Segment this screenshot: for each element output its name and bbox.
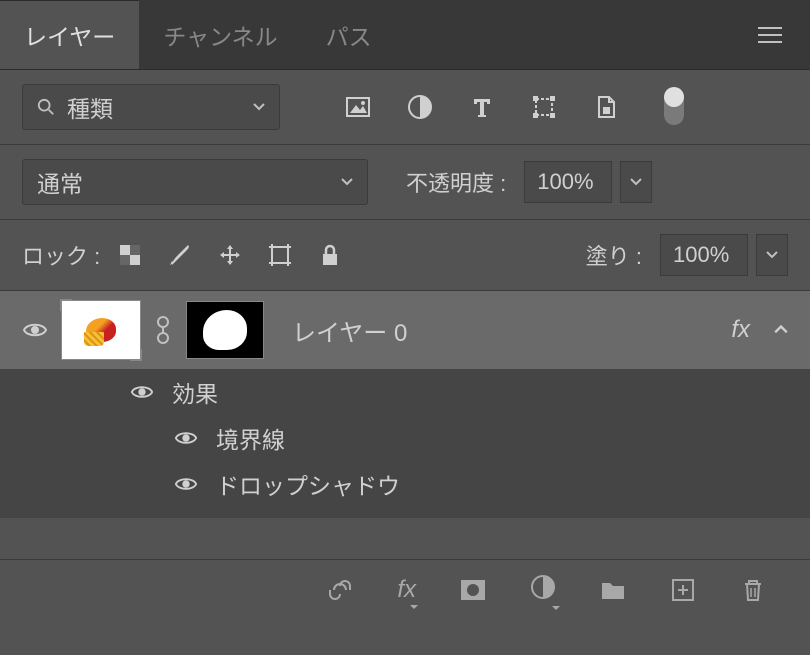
chevron-down-icon — [341, 178, 353, 186]
filter-smartobject-icon[interactable] — [594, 95, 618, 119]
new-layer-icon[interactable] — [670, 577, 696, 603]
lock-pixels-icon[interactable] — [168, 243, 192, 267]
chevron-down-icon — [253, 103, 265, 111]
link-layers-icon[interactable] — [327, 577, 353, 603]
lock-transparency-icon[interactable] — [118, 243, 142, 267]
effect-dropshadow-row[interactable]: ドロップシャドウ — [0, 461, 810, 507]
fx-indicator[interactable]: fx — [731, 316, 750, 344]
layer-style-icon[interactable]: fx — [397, 576, 416, 603]
fill-input[interactable]: 100% — [660, 234, 748, 276]
visibility-icon[interactable] — [130, 380, 154, 404]
fill-dropdown-button[interactable] — [756, 234, 788, 276]
chevron-up-icon[interactable] — [774, 325, 788, 335]
tab-channels[interactable]: チャンネル — [139, 0, 301, 69]
filter-type-icon[interactable] — [470, 95, 494, 119]
search-icon — [37, 98, 55, 116]
filter-pixel-icon[interactable] — [346, 95, 370, 119]
layer-mask-thumbnail[interactable] — [186, 301, 264, 359]
lock-label: ロック : — [22, 239, 100, 271]
lock-artboard-icon[interactable] — [268, 243, 292, 267]
effect-stroke-row[interactable]: 境界線 — [0, 415, 810, 461]
menu-icon — [758, 26, 782, 44]
visibility-icon[interactable] — [22, 317, 48, 343]
layer-thumbnail[interactable] — [62, 301, 140, 359]
lock-position-icon[interactable] — [218, 243, 242, 267]
opacity-label: 不透明度 : — [406, 166, 506, 198]
visibility-icon[interactable] — [174, 472, 198, 496]
effect-stroke-label: 境界線 — [216, 421, 285, 455]
filter-kind-dropdown[interactable]: 種類 — [22, 84, 280, 130]
effects-heading-row[interactable]: 効果 — [0, 369, 810, 415]
blend-mode-dropdown[interactable]: 通常 — [22, 159, 368, 205]
chevron-down-icon — [410, 605, 418, 610]
layers-list: レイヤー 0 fx 効果 境界線 ドロップシャドウ — [0, 291, 810, 517]
blend-row: 通常 不透明度 : 100% — [0, 145, 810, 220]
opacity-dropdown-button[interactable] — [620, 161, 652, 203]
effects-heading: 効果 — [172, 375, 218, 409]
opacity-input[interactable]: 100% — [524, 161, 612, 203]
layer-name[interactable]: レイヤー 0 — [292, 313, 717, 348]
chevron-down-icon — [552, 606, 560, 611]
panel-menu-button[interactable] — [730, 0, 810, 69]
visibility-icon[interactable] — [174, 426, 198, 450]
filter-type-icons — [346, 95, 618, 119]
link-icon[interactable] — [154, 315, 172, 345]
filter-row: 種類 — [0, 70, 810, 145]
filter-shape-icon[interactable] — [532, 95, 556, 119]
bottom-toolbar: fx — [0, 559, 810, 619]
filter-toggle[interactable] — [664, 89, 684, 125]
tab-layers[interactable]: レイヤー — [0, 0, 139, 69]
lock-all-icon[interactable] — [318, 243, 342, 267]
effect-dropshadow-label: ドロップシャドウ — [216, 467, 400, 501]
tab-paths[interactable]: パス — [302, 0, 396, 69]
chevron-down-icon — [766, 251, 778, 259]
blend-mode-label: 通常 — [37, 165, 83, 199]
layer-row[interactable]: レイヤー 0 fx — [0, 291, 810, 369]
panel-tabs: レイヤー チャンネル パス — [0, 0, 810, 70]
new-adjustment-icon[interactable] — [530, 574, 556, 600]
delete-layer-icon[interactable] — [740, 577, 766, 603]
filter-kind-label: 種類 — [67, 90, 113, 124]
new-group-icon[interactable] — [600, 577, 626, 603]
lock-row: ロック : 塗り : 100% — [0, 220, 810, 291]
add-mask-icon[interactable] — [460, 577, 486, 603]
fill-label: 塗り : — [586, 239, 642, 271]
chevron-down-icon — [630, 178, 642, 186]
filter-adjustment-icon[interactable] — [408, 95, 432, 119]
